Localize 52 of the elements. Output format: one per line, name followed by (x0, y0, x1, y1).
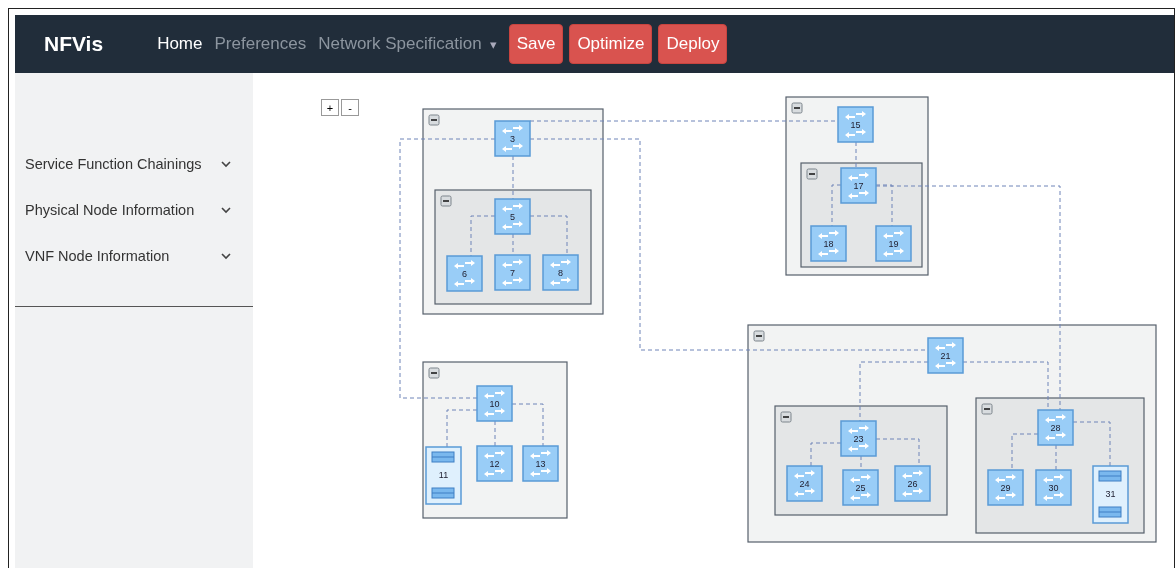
collapse-icon[interactable] (428, 114, 440, 126)
switch-node[interactable]: 24 (786, 465, 823, 502)
connector-line (810, 442, 842, 467)
zoom-button[interactable]: + (321, 99, 339, 116)
collapse-icon[interactable] (981, 403, 993, 415)
nav-dropdown[interactable]: Network Specification ▾ (318, 34, 497, 54)
switch-node[interactable]: 13 (522, 445, 559, 482)
switch-node[interactable]: 17 (840, 167, 877, 204)
switch-node[interactable]: 8 (542, 254, 579, 291)
switch-node[interactable]: 19 (875, 225, 912, 262)
switch-node[interactable]: 25 (842, 469, 879, 506)
switch-node[interactable]: 30 (1035, 469, 1072, 506)
action-button[interactable]: Optimize (569, 24, 653, 64)
switch-node[interactable]: 23 (840, 420, 877, 457)
collapse-icon[interactable] (780, 411, 792, 423)
switch-node[interactable]: 21 (927, 337, 964, 374)
switch-node[interactable]: 29 (987, 469, 1024, 506)
switch-node[interactable]: 26 (894, 465, 931, 502)
sidebar-item-label: Physical Node Information (25, 202, 196, 218)
action-button[interactable]: Deploy (658, 24, 728, 64)
collapse-icon[interactable] (428, 367, 440, 379)
collapse-icon[interactable] (440, 195, 452, 207)
collapse-icon[interactable] (806, 168, 818, 180)
connector-line (446, 409, 478, 448)
collapse-icon[interactable] (791, 102, 803, 114)
switch-node[interactable]: 10 (476, 385, 513, 422)
connector-line (494, 420, 496, 447)
switch-node[interactable]: 6 (446, 255, 483, 292)
connector-line (1055, 444, 1057, 471)
sidebar-item[interactable]: Service Function Chainings (25, 141, 253, 187)
connector-line (511, 403, 544, 447)
switch-node[interactable]: 28 (1037, 409, 1074, 446)
nav-link[interactable]: Home (157, 34, 203, 54)
switch-node[interactable]: 12 (476, 445, 513, 482)
sidebar-item-label: Service Function Chainings (25, 156, 203, 172)
nav-link[interactable]: Preferences (214, 34, 307, 54)
sidebar-item-label: VNF Node Information (25, 248, 171, 264)
switch-node[interactable]: 18 (810, 225, 847, 262)
switch-node[interactable]: 15 (837, 106, 874, 143)
switch-node[interactable]: 5 (494, 198, 531, 235)
brand-title[interactable]: NFVis (44, 32, 104, 56)
connector-line (1072, 421, 1111, 467)
collapse-icon[interactable] (753, 330, 765, 342)
server-node[interactable]: 31 (1092, 465, 1129, 524)
connector-line (1011, 433, 1039, 471)
sidebar-item[interactable]: Physical Node Information (25, 187, 253, 233)
action-button[interactable]: Save (508, 24, 564, 64)
sidebar-item[interactable]: VNF Node Information (25, 233, 253, 279)
server-node[interactable]: 11 (425, 446, 462, 505)
switch-node[interactable]: 3 (494, 120, 531, 157)
zoom-button[interactable]: - (341, 99, 359, 116)
switch-node[interactable]: 7 (494, 254, 531, 291)
